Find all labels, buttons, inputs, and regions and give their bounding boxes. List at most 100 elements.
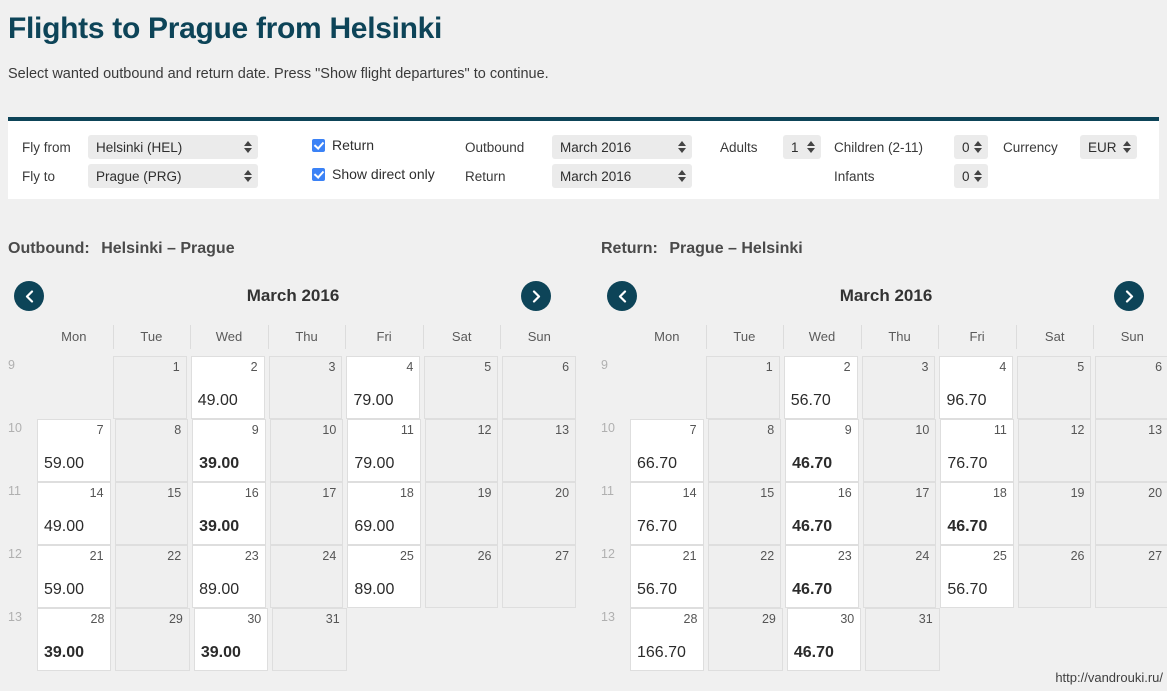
show-direct-only-checkbox[interactable]: [312, 167, 325, 181]
adults-select[interactable]: 1: [783, 135, 821, 159]
calendar-day-cell[interactable]: 14 76.70: [630, 482, 704, 545]
return-checkbox[interactable]: [312, 138, 325, 152]
return-month-select[interactable]: March 2016: [552, 164, 692, 188]
day-price: 39.00: [199, 518, 240, 535]
calendar-week-row: 9 1 2 56.70 3 4 96.70 5 6: [601, 356, 1167, 419]
calendar-cell-empty: [37, 356, 109, 419]
return-checkbox-label: Return: [332, 137, 375, 153]
calendar-day-cell[interactable]: 25 56.70: [940, 545, 1014, 608]
day-number: 2: [250, 360, 258, 374]
weekday-thu: Thu: [860, 323, 939, 353]
infants-select[interactable]: 0: [954, 164, 988, 188]
day-price: 89.00: [199, 581, 240, 598]
outbound-next-month-button[interactable]: [521, 281, 551, 311]
calendar-day-cell[interactable]: 7 59.00: [37, 419, 111, 482]
calendar-day-cell[interactable]: 23 46.70: [785, 545, 859, 608]
day-number: 1: [765, 360, 773, 374]
day-price: 76.70: [947, 455, 988, 472]
calendar-day-cell[interactable]: 18 46.70: [940, 482, 1014, 545]
calendar-day-cell[interactable]: 7 66.70: [630, 419, 704, 482]
calendar-day-cell: 5: [1017, 356, 1092, 419]
day-number: 3: [328, 360, 336, 374]
calendar-day-cell[interactable]: 23 89.00: [192, 545, 266, 608]
return-prev-month-button[interactable]: [607, 281, 637, 311]
day-price: 59.00: [44, 581, 85, 598]
weekday-fri: Fri: [345, 323, 423, 353]
calendar-day-cell[interactable]: 2 56.70: [783, 356, 858, 419]
outbound-month-select[interactable]: March 2016: [552, 135, 692, 159]
outbound-heading-label: Outbound:: [8, 240, 90, 257]
day-number: 28: [90, 612, 105, 626]
return-checkbox-row[interactable]: Return: [312, 137, 374, 153]
day-number: 25: [992, 549, 1007, 563]
day-price: 69.00: [354, 518, 395, 535]
calendar-day-cell[interactable]: 11 76.70: [940, 419, 1014, 482]
calendar-day-cell[interactable]: 4 79.00: [346, 356, 421, 419]
calendar-day-cell[interactable]: 18 69.00: [347, 482, 421, 545]
calendar-day-cell[interactable]: 30 46.70: [786, 608, 862, 671]
return-calendar-heading: Return: Prague – Helsinki: [601, 240, 1167, 258]
children-row: Children (2-11) 0: [834, 135, 988, 159]
outbound-prev-month-button[interactable]: [14, 281, 44, 311]
fly-from-select[interactable]: Helsinki (HEL): [88, 135, 258, 159]
day-number: 21: [89, 549, 104, 563]
calendar-day-cell: 3: [861, 356, 936, 419]
chevron-left-icon: [618, 289, 626, 303]
search-form-panel: Fly from Helsinki (HEL) Fly to Prague (P…: [8, 117, 1159, 199]
day-number: 3: [921, 360, 929, 374]
fly-to-row: Fly to Prague (PRG): [22, 164, 258, 188]
return-next-month-button[interactable]: [1114, 281, 1144, 311]
calendar-day-cell[interactable]: 9 46.70: [785, 419, 859, 482]
day-number: 8: [767, 423, 775, 437]
calendar-day-cell[interactable]: 9 39.00: [192, 419, 266, 482]
day-price: 46.70: [793, 644, 834, 661]
return-weekday-header: Mon Tue Wed Thu Fri Sat Sun: [601, 323, 1167, 353]
weekday-wed: Wed: [190, 323, 268, 353]
calendar-day-cell[interactable]: 21 56.70: [630, 545, 704, 608]
calendar-day-cell[interactable]: 28 166.70: [630, 608, 705, 671]
direct-only-checkbox-row[interactable]: Show direct only: [312, 166, 435, 182]
calendar-day-cell: 26: [424, 545, 499, 608]
calendar-day-cell[interactable]: 4 96.70: [939, 356, 1014, 419]
day-number: 4: [406, 360, 414, 374]
children-select[interactable]: 0: [954, 135, 988, 159]
calendar-day-cell[interactable]: 16 39.00: [192, 482, 266, 545]
calendar-day-cell[interactable]: 14 49.00: [37, 482, 111, 545]
calendar-days: 1 2 56.70 3 4 96.70 5 6: [628, 356, 1167, 419]
currency-select[interactable]: EUR: [1080, 135, 1137, 159]
children-label: Children (2-11): [834, 139, 924, 155]
day-number: 16: [244, 486, 259, 500]
calendar-day-cell[interactable]: 2 49.00: [190, 356, 265, 419]
day-number: 31: [325, 612, 340, 626]
day-price: 46.70: [792, 455, 833, 472]
fly-to-label: Fly to: [22, 168, 56, 184]
calendar-week-row: 13 28 166.70 29 30 46.70 31: [601, 608, 1167, 671]
day-number: 23: [244, 549, 259, 563]
fly-to-select[interactable]: Prague (PRG): [88, 164, 258, 188]
calendar-day-cell[interactable]: 21 59.00: [37, 545, 111, 608]
calendar-day-cell[interactable]: 30 39.00: [193, 608, 269, 671]
calendar-day-cell[interactable]: 28 39.00: [37, 608, 112, 671]
day-number: 27: [555, 549, 570, 563]
calendar-day-cell: 1: [705, 356, 780, 419]
calendar-day-cell[interactable]: 25 89.00: [347, 545, 421, 608]
week-number: 12: [601, 547, 615, 561]
day-number: 13: [555, 423, 570, 437]
calendar-day-cell[interactable]: 16 46.70: [785, 482, 859, 545]
calendar-day-cell: 29: [708, 608, 783, 671]
outbound-month-label: Outbound: [465, 139, 525, 155]
day-number: 29: [761, 612, 776, 626]
day-number: 13: [1148, 423, 1163, 437]
calendar-day-cell: 20: [502, 482, 577, 545]
outbound-route: Helsinki – Prague: [101, 240, 235, 257]
outbound-weekday-header: Mon Tue Wed Thu Fri Sat Sun: [8, 323, 578, 353]
calendar-day-cell: 10: [862, 419, 937, 482]
outbound-calendar: Outbound: Helsinki – Prague March 2016 M…: [8, 240, 578, 671]
calendar-week-row: 10 7 59.00 8 9 39.00 10 11 79.00 12 13: [8, 419, 578, 482]
calendar-day-cell: 8: [707, 419, 782, 482]
currency-row: Currency EUR: [1003, 135, 1137, 159]
chevron-updown-icon: [678, 141, 686, 153]
calendar-day-cell[interactable]: 11 79.00: [347, 419, 421, 482]
calendar-day-cell: 31: [865, 608, 940, 671]
currency-value: EUR: [1088, 139, 1117, 155]
